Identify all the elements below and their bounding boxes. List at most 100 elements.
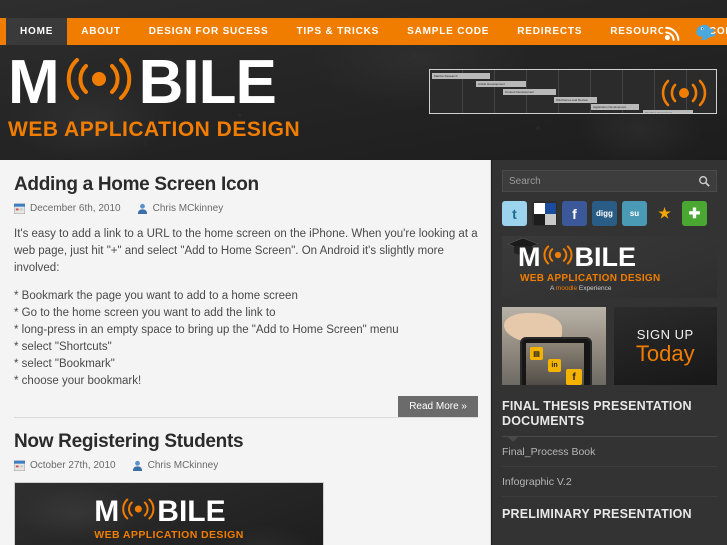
user-icon: [137, 203, 147, 214]
post-divider: [14, 417, 478, 418]
post-image-tagline: WEB APPLICATION DESIGN: [94, 529, 244, 541]
post-bullet: * Go to the home screen you want to add …: [14, 307, 276, 319]
sign-up-line2: Today: [635, 340, 695, 366]
delicious-icon[interactable]: [532, 201, 557, 226]
nav-item-home[interactable]: HOME: [6, 18, 68, 45]
post-bullet: * select "Shortcuts": [14, 341, 112, 353]
gantt-gridline: [494, 70, 495, 113]
post-featured-image[interactable]: M BILE WEB APPLICATION DESIGN: [14, 482, 324, 545]
twitter-icon[interactable]: t: [502, 201, 527, 226]
logo-main-right: BILE: [138, 48, 277, 117]
ar-tile-icon: in: [548, 359, 561, 372]
nav-item-about[interactable]: ABOUT: [67, 18, 135, 45]
signal-wave-icon: [119, 497, 157, 527]
digg-icon[interactable]: digg: [592, 201, 617, 226]
ar-tile-icon: ▤: [530, 347, 543, 360]
gantt-bar-label: Application Development: [593, 105, 627, 109]
phone-screen: ▤ in f: [526, 343, 584, 385]
nav-item-tips-tricks[interactable]: TIPS & TRICKS: [282, 18, 394, 45]
sidebar-logo-right: BILE: [574, 242, 637, 272]
post-date: October 27th, 2010: [30, 460, 116, 471]
subtagline-c: Experience: [577, 285, 612, 292]
header-social-links: [660, 20, 717, 45]
sidebar-logo-wordmark: M BILE: [518, 244, 636, 271]
post-image-logo: M BILE WEB APPLICATION DESIGN: [94, 497, 244, 542]
signal-wave-icon: [61, 52, 137, 114]
post-bullet: * select "Bookmark": [14, 358, 115, 370]
page-root: HOME ABOUT DESIGN FOR SUCESS TIPS & TRICKS S…: [0, 0, 727, 545]
facebook-icon[interactable]: f: [562, 201, 587, 226]
widget-list: Final_Process Book Infographic V.2: [502, 437, 717, 497]
gantt-bar: Content Development: [503, 89, 556, 95]
nav-list: HOME ABOUT DESIGN FOR SUCESS TIPS & TRICKS S…: [0, 18, 727, 45]
sign-up-promo[interactable]: SIGN UP Today: [613, 307, 717, 385]
post-date: December 6th, 2010: [30, 203, 121, 214]
favorite-star-icon[interactable]: ★: [652, 201, 677, 226]
post-bullet: * choose your bookmark!: [14, 375, 142, 387]
sidebar-logo-tagline: WEB APPLICATION DESIGN: [520, 273, 661, 284]
search-input[interactable]: [509, 175, 698, 187]
post-body: It's easy to add a link to a URL to the …: [14, 226, 478, 390]
widget-divider: [502, 436, 717, 442]
read-more-button[interactable]: Read More »: [398, 396, 478, 417]
site-logo-tagline: WEB APPLICATION DESIGN: [8, 118, 301, 141]
nav-item-design-for-sucess[interactable]: DESIGN FOR SUCESS: [134, 18, 283, 45]
post-bullet: * Bookmark the page you want to add to a…: [14, 290, 298, 302]
phone-shape: ▤ in f: [520, 337, 592, 385]
site-logo-wordmark: M BILE: [8, 52, 300, 114]
post-meta: December 6th, 2010 Chris MCkinney: [14, 203, 478, 214]
gantt-bar: Matrice Research: [432, 73, 490, 79]
sidebar-logo[interactable]: M BILE WEB APPLICATION DESIGN A moodle E…: [502, 236, 717, 298]
user-icon: [132, 460, 142, 471]
post-image-wordmark: M BILE: [94, 497, 243, 527]
post-image-logo-left: M: [94, 495, 120, 528]
sidebar-logo-left: M: [518, 242, 541, 272]
widget-heading-next: PRELIMINARY PRESENTATION: [502, 507, 692, 521]
gantt-bar-label: Wireframes and Review: [556, 98, 588, 102]
widget-list-item[interactable]: Final_Process Book: [502, 437, 717, 467]
gantt-gridline: [558, 70, 559, 113]
sidebar-promos: ▤ in f SIGN UP Today: [502, 307, 717, 385]
nav-item-sample-code[interactable]: SAMPLE CODE: [393, 18, 504, 45]
ar-phone-promo[interactable]: ▤ in f: [502, 307, 606, 385]
widget-heading: FINAL THESIS PRESENTATION DOCUMENTS: [502, 399, 692, 428]
add-share-icon[interactable]: ✚: [682, 201, 707, 226]
gantt-bar: Wireframes and Review: [554, 97, 597, 103]
widget-list-item[interactable]: Infographic V.2: [502, 467, 717, 497]
sign-up-line1: SIGN UP: [636, 326, 694, 342]
search-icon[interactable]: [698, 175, 710, 187]
stumbleupon-icon[interactable]: su: [622, 201, 647, 226]
post-bullet: * long-press in an empty space to bring …: [14, 324, 399, 336]
post-meta: October 27th, 2010 Chris MCkinney: [14, 460, 478, 471]
search-box[interactable]: [502, 170, 717, 192]
gantt-bar-label: Article Development: [478, 82, 505, 86]
post-title[interactable]: Adding a Home Screen Icon: [14, 174, 478, 196]
post-bullet-list: * Bookmark the page you want to add to a…: [14, 288, 478, 390]
sidebar-logo-subtagline: A moodle Experience: [550, 285, 611, 292]
banner-signal-wave-icon: [658, 78, 710, 113]
gantt-gridline: [654, 70, 655, 113]
site-logo[interactable]: M BILE WEB APPLICATION DESIGN: [8, 52, 300, 142]
social-icon-row: t f digg su ★ ✚: [502, 201, 717, 226]
gantt-bar: Application Development: [591, 104, 639, 110]
gantt-bar-label: Content Development: [505, 90, 535, 94]
twitter-bird-icon[interactable]: [692, 20, 717, 45]
post-author[interactable]: Chris MCkinney: [153, 203, 224, 214]
post-author[interactable]: Chris MCkinney: [148, 460, 219, 471]
post-second: Now Registering Students October 27th, 2…: [14, 431, 478, 545]
rss-icon[interactable]: [660, 20, 685, 45]
subtagline-brand: moodle: [555, 285, 578, 292]
signal-wave-icon: [541, 244, 575, 271]
gantt-bar-label: Matrice Research: [434, 74, 458, 78]
gantt-bar: Article Development: [476, 81, 526, 87]
calendar-icon: [14, 203, 25, 214]
post-title[interactable]: Now Registering Students: [14, 431, 478, 453]
logo-main-left: M: [8, 48, 60, 117]
facebook-tile-icon: f: [566, 369, 582, 385]
post-intro: It's easy to add a link to a URL to the …: [14, 228, 478, 274]
gantt-chart-banner[interactable]: Matrice Research Article Development Conte…: [429, 69, 717, 114]
nav-item-redirects[interactable]: REDIRECTS: [503, 18, 597, 45]
sidebar: tfdiggsu★✚ M: [492, 160, 727, 545]
primary-navigation: HOME ABOUT DESIGN FOR SUCESS TIPS & TRICKS S…: [0, 18, 727, 45]
main-content: Adding a Home Screen Icon December 6th, …: [0, 160, 491, 545]
